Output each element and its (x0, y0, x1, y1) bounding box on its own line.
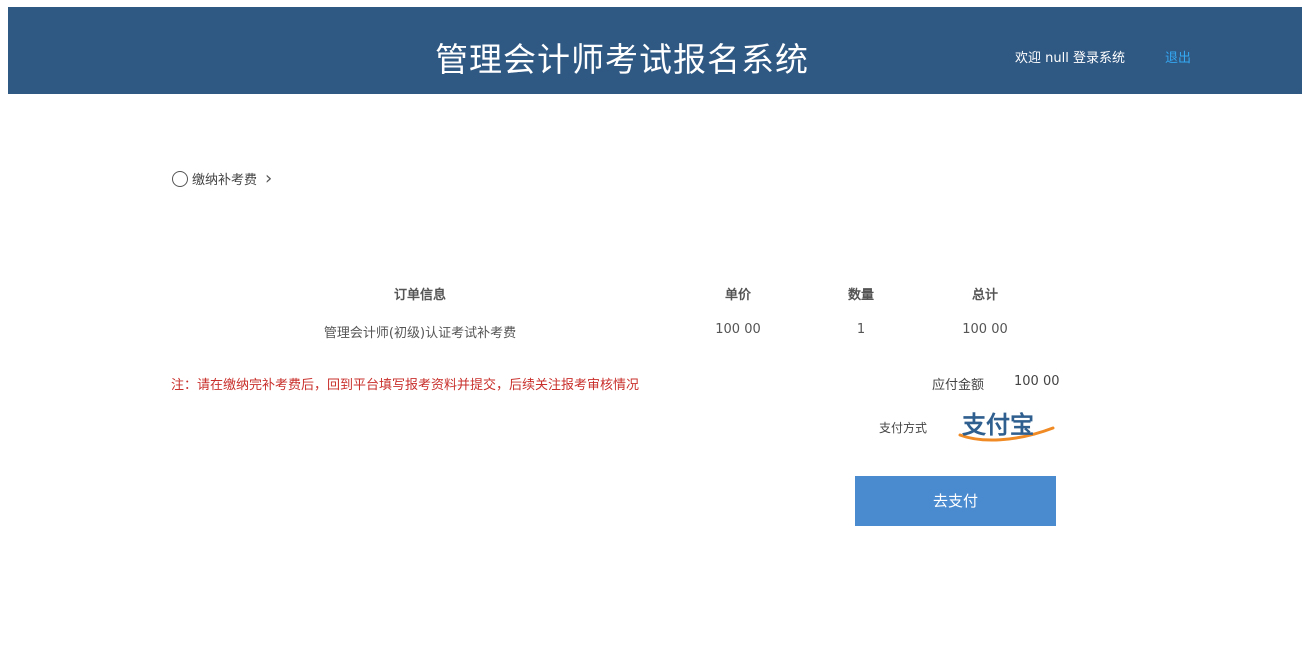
logout-link[interactable]: 退出 (1165, 47, 1191, 66)
chevron-right-icon: › (265, 167, 273, 189)
welcome-text: 欢迎 null 登录系统 (1015, 51, 1125, 66)
alipay-logo-text: 支付宝 (962, 411, 1034, 439)
amount-due-value: 100 00 (1014, 374, 1060, 389)
column-header-quantity: 数量 (847, 288, 874, 303)
alipay-logo[interactable]: 支付宝 (956, 408, 1056, 444)
step-label: 缴纳补考费 (192, 173, 258, 188)
column-header-order-info: 订单信息 (393, 288, 446, 303)
order-item-unit-price: 100 00 (715, 322, 761, 337)
notice-text: 注：请在缴纳完补考费后，回到平台填写报考资料并提交，后续关注报考审核情况 (171, 378, 640, 393)
step-circle-icon (172, 170, 188, 187)
header-bar: 管理会计师考试报名系统 欢迎 null 登录系统 退出 (8, 7, 1302, 94)
step-indicator: 缴纳补考费 › (172, 169, 272, 188)
order-item-quantity: 1 (856, 322, 866, 337)
column-header-unit-price: 单价 (724, 288, 751, 303)
payment-method-label: 支付方式 (879, 421, 928, 435)
order-item-total: 100 00 (962, 322, 1008, 337)
pay-button[interactable]: 去支付 (855, 476, 1056, 526)
amount-due-label: 应付金额 (932, 378, 985, 393)
column-header-total: 总计 (971, 288, 998, 303)
order-item-name: 管理会计师(初级)认证考试补考费 (323, 326, 517, 341)
